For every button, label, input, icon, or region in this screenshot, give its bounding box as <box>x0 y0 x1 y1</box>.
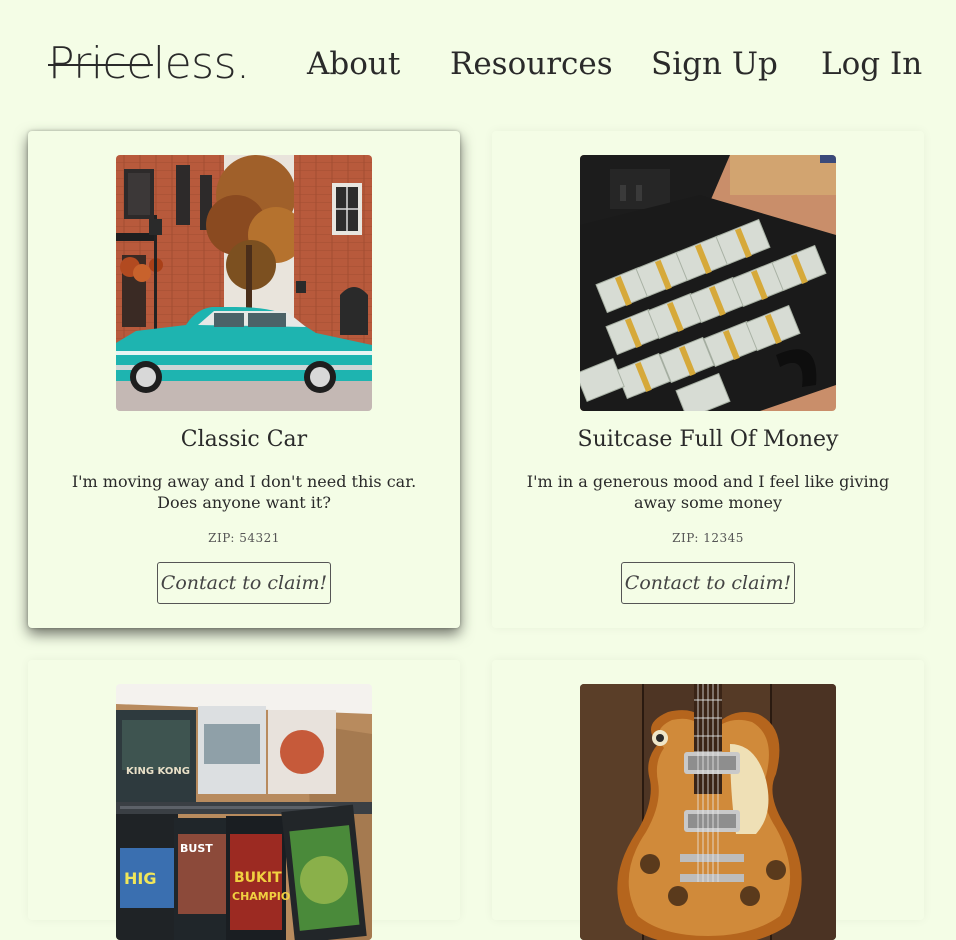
svg-text:CHAMPIO: CHAMPIO <box>232 890 290 903</box>
listing-zip: ZIP: 12345 <box>672 531 744 545</box>
listing-photo-suitcase-money <box>580 155 836 411</box>
contact-to-claim-button[interactable]: Contact to claim! <box>157 562 331 604</box>
listing-card-guitar[interactable] <box>492 660 924 940</box>
svg-text:BUST: BUST <box>180 842 213 855</box>
listing-zip: ZIP: 54321 <box>208 531 280 545</box>
listing-description: I'm moving away and I don't need this ca… <box>71 472 417 512</box>
logo-struck-text: Price <box>48 38 153 89</box>
listing-title: Suitcase Full Of Money <box>577 427 839 452</box>
contact-to-claim-button[interactable]: Contact to claim! <box>621 562 795 604</box>
listing-description: I'm in a generous mood and I feel like g… <box>526 472 890 512</box>
listing-card-suitcase-money[interactable]: Suitcase Full Of Money I'm in a generous… <box>492 131 924 628</box>
nav-resources-link[interactable]: Resources <box>450 44 613 84</box>
site-header: Priceless. About Resources Sign Up Log I… <box>0 0 956 128</box>
listing-photo-classic-car <box>116 155 372 411</box>
nav-about-link[interactable]: About <box>307 44 400 84</box>
svg-text:HIG: HIG <box>124 869 156 888</box>
listing-photo-guitar <box>580 684 836 940</box>
svg-text:BUKIT: BUKIT <box>234 870 282 886</box>
nav-log-in-link[interactable]: Log In <box>821 44 922 84</box>
listing-title: Classic Car <box>180 427 308 452</box>
svg-text:KING KONG: KING KONG <box>126 766 190 777</box>
listing-photo-video-games: KING KONG HIG BUST BUKIT CHAMPIO <box>116 684 372 940</box>
logo-text: less. <box>152 38 250 89</box>
listing-card-classic-car[interactable]: Classic Car I'm moving away and I don't … <box>28 131 460 628</box>
site-logo[interactable]: Priceless. <box>48 38 250 90</box>
listing-card-video-games[interactable]: KING KONG HIG BUST BUKIT CHAMPIO <box>28 660 460 940</box>
nav-sign-up-link[interactable]: Sign Up <box>651 44 778 84</box>
